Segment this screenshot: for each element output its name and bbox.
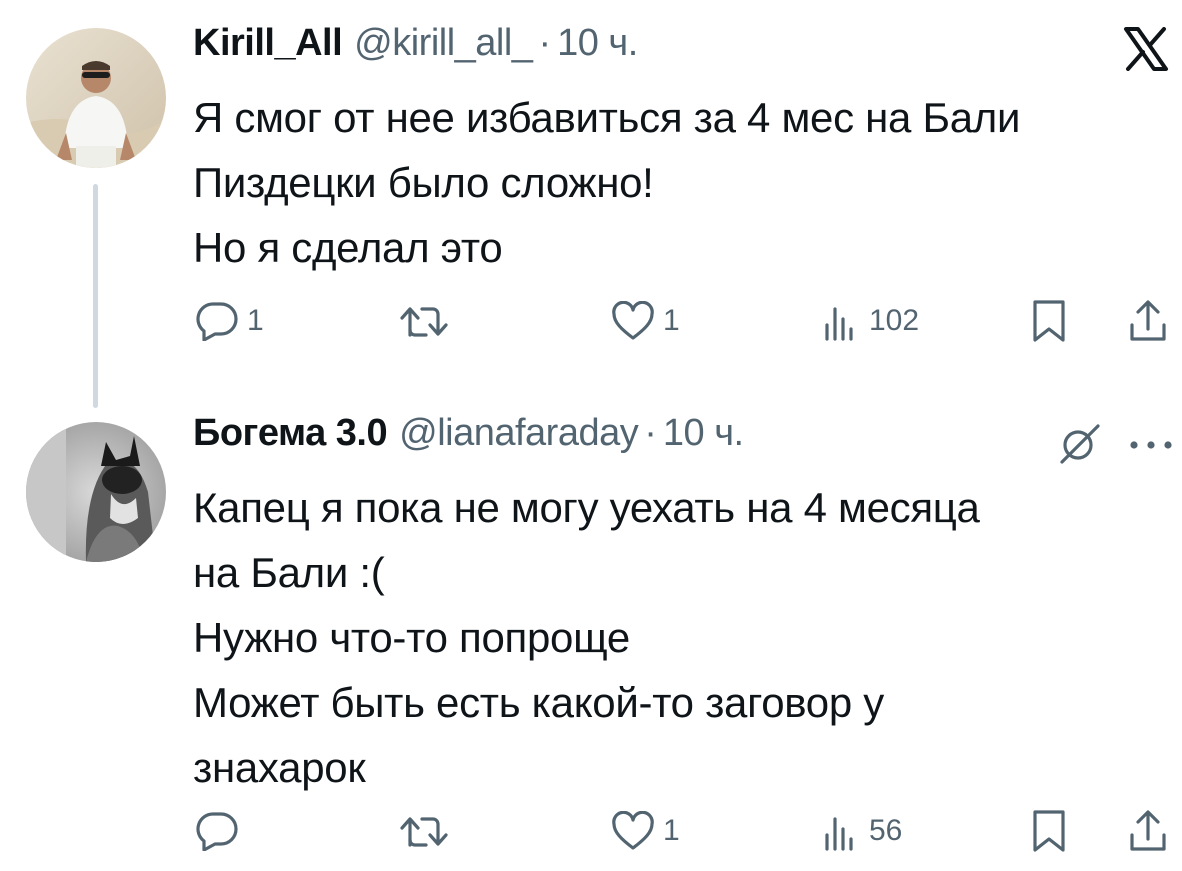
share-icon — [1130, 300, 1166, 341]
bookmark-icon — [1033, 300, 1065, 342]
heart-icon — [612, 811, 654, 850]
reply-icon — [196, 812, 238, 851]
reply-button[interactable] — [195, 806, 247, 856]
bookmark-button[interactable] — [1031, 296, 1067, 346]
tweet-actions: 1 56 — [193, 806, 1178, 856]
more-options-icon[interactable] — [1128, 438, 1174, 456]
like-button[interactable]: 1 — [611, 296, 680, 346]
tweet-line: Пиздецки было сложно! — [193, 159, 654, 206]
tweet-header: Kirill_All @kirill_all_ · 10 ч. — [193, 22, 638, 72]
separator-dot: · — [644, 412, 657, 454]
reply-icon — [196, 302, 238, 341]
share-button[interactable] — [1128, 296, 1168, 346]
avatar-kirill[interactable] — [26, 28, 166, 168]
tweet-2[interactable]: Богема 3.0 @lianafaraday · 10 ч. Капец я… — [0, 400, 1182, 871]
like-count: 1 — [663, 814, 680, 847]
author-name[interactable]: Kirill_All — [193, 22, 343, 65]
views-count: 56 — [869, 814, 903, 847]
thread-connector — [93, 184, 98, 408]
retweet-icon — [400, 307, 448, 337]
retweet-icon — [400, 817, 448, 847]
grok-icon[interactable] — [1058, 422, 1102, 471]
bookmark-icon — [1033, 810, 1065, 852]
reply-button[interactable]: 1 — [195, 296, 264, 346]
tweet-text: Я смог от нее избавиться за 4 мес на Бал… — [193, 85, 1153, 280]
retweet-button[interactable] — [399, 296, 449, 346]
tweet-line: Капец я пока не могу уехать на 4 месяца — [193, 484, 980, 531]
like-button[interactable]: 1 — [611, 806, 680, 856]
tweet-line: Но я сделал это — [193, 224, 503, 271]
tweet-text: Капец я пока не могу уехать на 4 месяца … — [193, 475, 1153, 800]
tweet-header: Богема 3.0 @lianafaraday · 10 ч. — [193, 412, 744, 462]
x-logo-icon[interactable] — [1122, 27, 1170, 76]
tweet-line: на Бали :( — [193, 549, 385, 596]
retweet-button[interactable] — [399, 806, 449, 856]
views-button[interactable]: 102 — [821, 296, 919, 346]
bookmark-button[interactable] — [1031, 806, 1067, 856]
reply-count: 1 — [247, 304, 264, 337]
tweet-line: Может быть есть какой-то заговор у — [193, 679, 884, 726]
avatar-bogema[interactable] — [26, 422, 166, 562]
author-handle[interactable]: @lianafaraday — [399, 412, 639, 455]
author-handle[interactable]: @kirill_all_ — [354, 22, 533, 65]
separator-dot: · — [538, 22, 552, 64]
tweet-actions: 1 1 102 — [193, 296, 1178, 346]
tweet-line: Я смог от нее избавиться за 4 мес на Бал… — [193, 94, 1021, 141]
share-icon — [1130, 810, 1166, 851]
author-name[interactable]: Богема 3.0 — [193, 412, 388, 455]
timestamp[interactable]: 10 ч. — [663, 412, 744, 455]
tweet-1[interactable]: Kirill_All @kirill_all_ · 10 ч. Я смог о… — [0, 0, 1182, 408]
analytics-icon — [825, 307, 853, 341]
heart-icon — [612, 301, 654, 340]
views-count: 102 — [869, 304, 920, 337]
timestamp[interactable]: 10 ч. — [557, 22, 638, 65]
views-button[interactable]: 56 — [821, 806, 902, 856]
share-button[interactable] — [1128, 806, 1168, 856]
like-count: 1 — [663, 304, 680, 337]
tweet-line: знахарок — [193, 744, 366, 791]
analytics-icon — [825, 817, 853, 851]
tweet-line: Нужно что-то попроще — [193, 614, 630, 661]
